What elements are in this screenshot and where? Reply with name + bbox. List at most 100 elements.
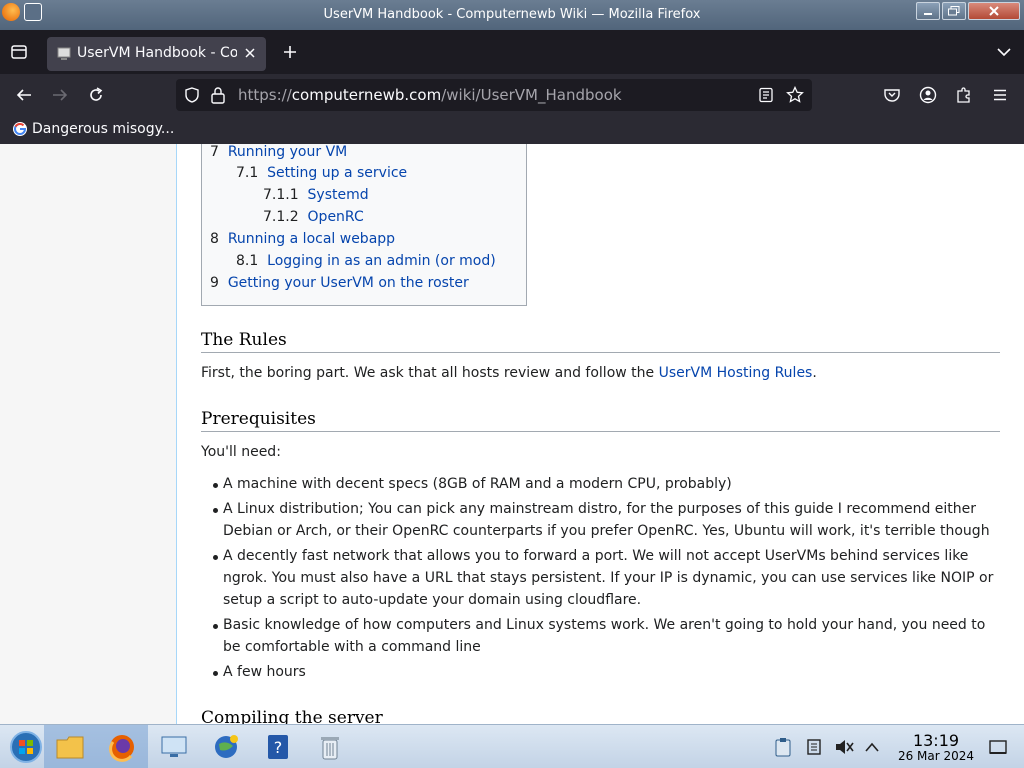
toc-number: 7 [210, 144, 219, 160]
pocket-button[interactable] [880, 83, 904, 107]
toc-link[interactable]: Getting your UserVM on the roster [228, 275, 469, 291]
window-controls [916, 2, 1020, 20]
url-scheme: https:// [238, 86, 292, 104]
forward-arrow-icon [53, 89, 68, 101]
hosting-rules-link[interactable]: UserVM Hosting Rules [659, 365, 813, 381]
navigation-toolbar: https://computernewb.com/wiki/UserVM_Han… [0, 74, 1024, 116]
bookmarks-toolbar: Dangerous misogy... [0, 116, 1024, 144]
toc-item[interactable]: 8 Running a local webapp [210, 231, 395, 247]
lock-icon[interactable] [210, 86, 226, 104]
tab-label: UserVM Handbook - Computernewb Wiki [77, 45, 237, 61]
url-path: /wiki/UserVM_Handbook [441, 86, 622, 104]
hamburger-menu-icon [994, 89, 1006, 101]
forward-button[interactable] [48, 83, 72, 107]
chevron-up-icon [865, 742, 879, 752]
tracking-protection-shield-icon[interactable] [183, 86, 201, 104]
toc-item[interactable]: 7.1 Setting up a service [236, 165, 407, 181]
taskbar-network-app[interactable] [200, 725, 252, 768]
page-content[interactable]: 7 Running your VM 7.1 Setting up a servi… [0, 144, 1024, 724]
app-menu-button[interactable] [988, 83, 1012, 107]
toc-number: 9 [210, 275, 219, 291]
close-tab-icon[interactable] [242, 45, 258, 61]
account-button[interactable] [916, 83, 940, 107]
taskbar-file-manager[interactable] [44, 725, 96, 768]
taskbar-trash[interactable] [304, 725, 356, 768]
globe-icon [215, 735, 238, 758]
toc-link[interactable]: Logging in as an admin (or mod) [267, 253, 496, 269]
list-item: A few hours [201, 661, 1000, 683]
show-desktop-icon [989, 740, 1007, 754]
google-favicon-icon [13, 122, 27, 136]
prereq-intro: You'll need: [201, 444, 281, 460]
clipboard-icon [775, 738, 791, 757]
toc-link[interactable]: Setting up a service [267, 165, 407, 181]
extensions-button[interactable] [952, 83, 976, 107]
maximize-button[interactable] [942, 2, 966, 20]
close-icon [989, 6, 999, 16]
list-item: Basic knowledge of how computers and Lin… [201, 614, 1000, 658]
prerequisites-list: A machine with decent specs (8GB of RAM … [201, 473, 1000, 686]
pocket-icon [884, 89, 900, 102]
bookmark-label: Dangerous misogy... [32, 121, 175, 137]
reload-button[interactable] [84, 83, 108, 107]
puzzle-piece-icon [957, 87, 970, 103]
close-window-button[interactable] [968, 2, 1020, 20]
window-titlebar[interactable]: UserVM Handbook - Computernewb Wiki — Mo… [0, 0, 1024, 30]
notes-icon [807, 739, 821, 755]
toc-item[interactable]: 7 Running your VM [210, 144, 347, 160]
taskbar: ? 13:19 26 Mar 2024 [0, 724, 1024, 768]
taskbar-system-settings[interactable] [148, 725, 200, 768]
svg-text:?: ? [274, 738, 283, 757]
list-all-tabs-icon[interactable] [994, 42, 1014, 62]
reader-view-icon[interactable] [758, 87, 774, 103]
url-domain: computernewb.com [291, 86, 442, 104]
help-book-icon: ? [268, 735, 288, 759]
toc-link[interactable]: Running a local webapp [228, 231, 395, 247]
toc-item[interactable]: 7.1.1 Systemd [263, 187, 369, 203]
toc-number: 7.1.2 [263, 209, 299, 225]
toc-number: 7.1 [236, 165, 259, 181]
new-tab-icon[interactable] [280, 42, 300, 62]
list-item: A Linux distribution; You can pick any m… [201, 498, 1000, 542]
reload-icon [90, 87, 103, 101]
rules-text: First, the boring part. We ask that all … [201, 365, 659, 381]
minimize-button[interactable] [916, 2, 940, 20]
toc-link[interactable]: Systemd [308, 187, 369, 203]
restore-icon [948, 6, 960, 16]
start-orb-icon [10, 731, 42, 763]
table-of-contents: 7 Running your VM 7.1 Setting up a servi… [201, 144, 527, 306]
firefox-view-icon[interactable] [9, 42, 29, 62]
rules-paragraph: First, the boring part. We ask that all … [201, 365, 817, 381]
show-desktop-button[interactable] [976, 725, 1020, 768]
back-button[interactable] [12, 83, 36, 107]
settings-monitor-icon [161, 736, 187, 757]
toc-number: 7.1.1 [263, 187, 299, 203]
bookmark-item[interactable]: Dangerous misogy... [12, 121, 174, 137]
heading-compiling-server: Compiling the server [201, 708, 1000, 724]
toc-number: 8.1 [236, 253, 259, 269]
taskbar-help[interactable]: ? [252, 725, 304, 768]
account-icon [919, 86, 937, 104]
toc-item[interactable]: 8.1 Logging in as an admin (or mod) [236, 253, 496, 269]
rules-text-end: . [812, 365, 817, 381]
folder-icon [56, 736, 84, 759]
window-title: UserVM Handbook - Computernewb Wiki — Mo… [323, 7, 701, 22]
minimize-icon [924, 13, 932, 15]
toc-number: 8 [210, 231, 219, 247]
firefox-icon [109, 735, 134, 762]
toc-item[interactable]: 9 Getting your UserVM on the roster [210, 275, 469, 291]
list-item: A machine with decent specs (8GB of RAM … [201, 473, 1000, 495]
trash-icon [321, 737, 339, 760]
heading-prerequisites: Prerequisites [201, 409, 1000, 432]
wiki-sidebar [0, 144, 177, 724]
bookmark-star-icon[interactable] [786, 86, 804, 104]
computernewb-favicon [57, 47, 71, 60]
toc-item[interactable]: 7.1.2 OpenRC [263, 209, 364, 225]
toc-link[interactable]: Running your VM [228, 144, 347, 160]
taskbar-firefox[interactable] [96, 725, 148, 768]
back-arrow-icon [16, 89, 31, 101]
url-bar[interactable]: https://computernewb.com/wiki/UserVM_Han… [176, 79, 812, 111]
url-text[interactable]: https://computernewb.com/wiki/UserVM_Han… [238, 86, 622, 104]
toc-link[interactable]: OpenRC [308, 209, 364, 225]
tab-uservm-handbook[interactable]: UserVM Handbook - Computernewb Wiki [47, 37, 266, 71]
